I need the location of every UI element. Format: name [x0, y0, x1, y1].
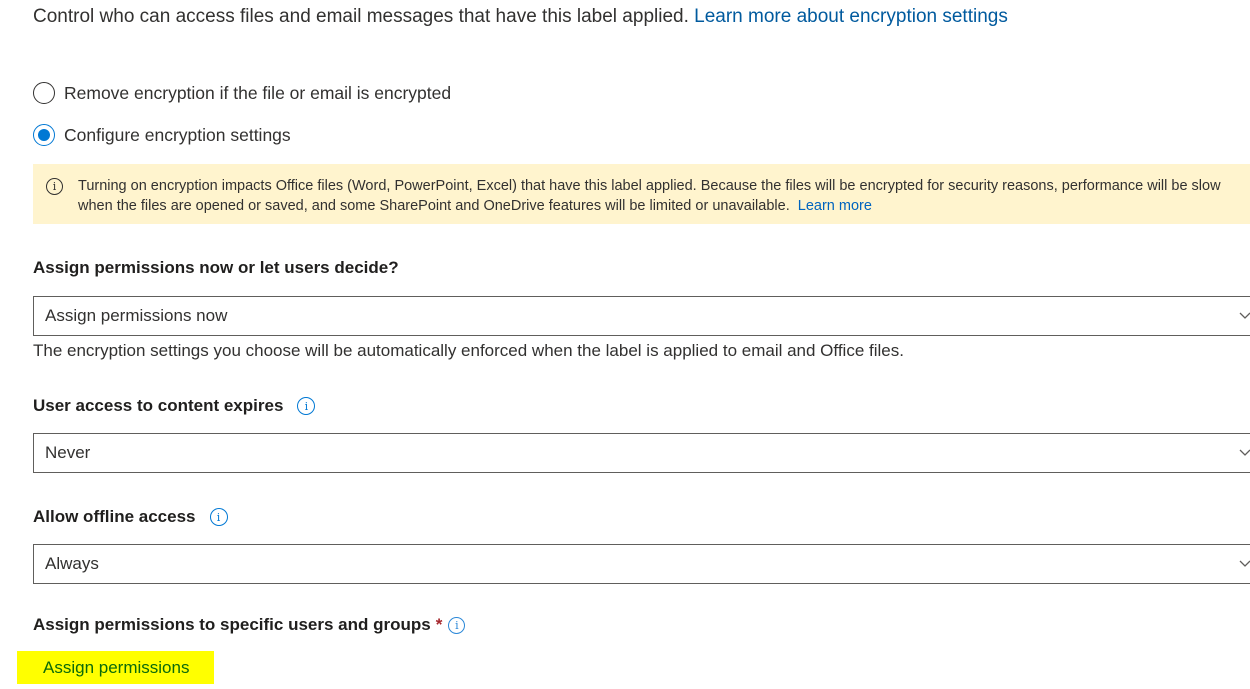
radio-configure-encryption[interactable]: Configure encryption settings [33, 124, 291, 146]
learn-more-encryption-link[interactable]: Learn more about encryption settings [694, 6, 1008, 27]
radio-circle-unchecked[interactable] [33, 82, 55, 104]
encryption-warning-banner: i Turning on encryption impacts Office f… [33, 164, 1250, 224]
chevron-down-icon [1239, 312, 1250, 319]
specific-users-label: Assign permissions to specific users and… [33, 615, 466, 635]
intro-text: Control who can access files and email m… [33, 4, 1008, 30]
warning-line-2: when the files are opened or saved, and … [78, 198, 872, 214]
offline-info-icon[interactable]: i [209, 508, 228, 526]
warning-line-1: Turning on encryption impacts Office fil… [78, 178, 1221, 194]
expires-info-icon[interactable]: i [297, 397, 316, 415]
assign-permissions-link[interactable]: Assign permissions [17, 651, 214, 684]
info-icon: i [46, 178, 63, 195]
offline-access-label: Allow offline access i [33, 507, 228, 527]
expires-value: Never [45, 443, 91, 462]
specific-users-info-icon[interactable]: i [448, 616, 466, 634]
radio-remove-encryption-label: Remove encryption if the file or email i… [64, 82, 452, 103]
intro-description: Control who can access files and email m… [33, 6, 689, 27]
radio-configure-encryption-label: Configure encryption settings [64, 124, 291, 145]
assign-mode-dropdown[interactable]: Assign permissions now [33, 296, 1250, 336]
offline-access-dropdown[interactable]: Always [33, 544, 1250, 584]
warning-learn-more-link[interactable]: Learn more [798, 198, 872, 214]
chevron-down-icon [1239, 560, 1250, 567]
encryption-settings-page: Control who can access files and email m… [0, 0, 1250, 689]
chevron-down-icon [1239, 449, 1250, 456]
offline-access-value: Always [45, 554, 99, 573]
assign-mode-value: Assign permissions now [45, 306, 228, 325]
radio-remove-encryption[interactable]: Remove encryption if the file or email i… [33, 82, 451, 104]
assign-mode-label: Assign permissions now or let users deci… [33, 258, 399, 277]
required-asterisk: * [435, 615, 443, 634]
expires-label: User access to content expires i [33, 396, 316, 416]
assign-mode-helper-text: The encryption settings you choose will … [33, 341, 904, 360]
expires-dropdown[interactable]: Never [33, 433, 1250, 473]
warning-text: Turning on encryption impacts Office fil… [78, 176, 1221, 224]
radio-circle-checked[interactable] [33, 124, 55, 146]
